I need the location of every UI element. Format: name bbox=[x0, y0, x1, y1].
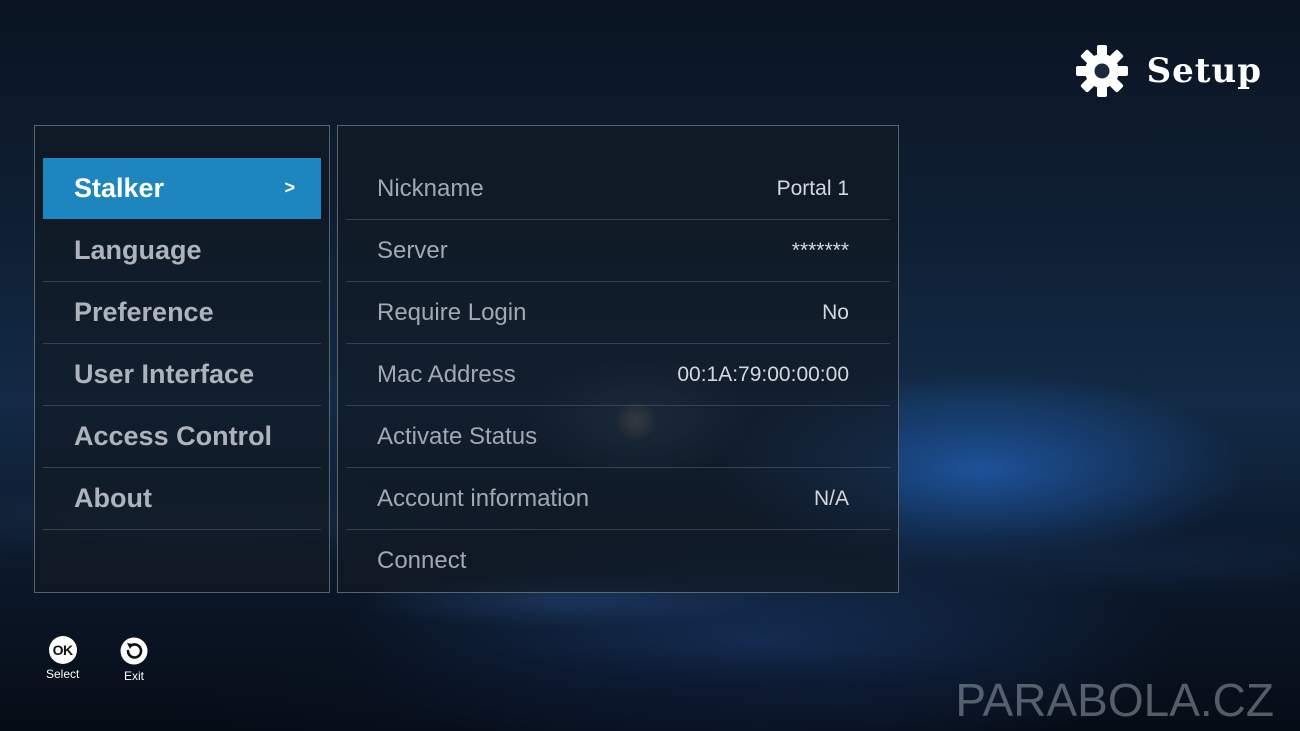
menu-item-language[interactable]: Language bbox=[43, 220, 321, 282]
select-hint: OK Select bbox=[46, 636, 79, 681]
gear-icon bbox=[1075, 44, 1129, 98]
menu-item-user-interface[interactable]: User Interface bbox=[43, 344, 321, 406]
menu-item-preference[interactable]: Preference bbox=[43, 282, 321, 344]
menu-item-about[interactable]: About bbox=[43, 468, 321, 530]
menu-item-stalker[interactable]: Stalker > bbox=[43, 158, 321, 219]
setting-label: Server bbox=[377, 236, 448, 264]
setting-value: Portal 1 bbox=[776, 176, 849, 200]
page-header: Setup bbox=[1075, 44, 1262, 98]
setting-row-mac-address[interactable]: Mac Address 00:1A:79:00:00:00 bbox=[346, 344, 890, 406]
setting-row-activate-status[interactable]: Activate Status bbox=[346, 406, 890, 468]
setting-value: ******* bbox=[791, 238, 849, 262]
menu-item-label: Preference bbox=[74, 297, 214, 327]
setting-label: Mac Address bbox=[377, 360, 516, 388]
setting-row-nickname[interactable]: Nickname Portal 1 bbox=[346, 158, 890, 220]
menu-item-label: About bbox=[74, 483, 152, 513]
setting-label: Require Login bbox=[377, 298, 527, 326]
setting-row-require-login[interactable]: Require Login No bbox=[346, 282, 890, 344]
menu-item-label: Stalker bbox=[74, 172, 165, 203]
setting-label: Account information bbox=[377, 484, 590, 512]
category-menu: Stalker > Language Preference User Inter… bbox=[43, 158, 321, 530]
setting-label: Nickname bbox=[377, 174, 484, 202]
settings-list: Nickname Portal 1 Server ******* Require… bbox=[346, 158, 890, 592]
exit-hint: Exit bbox=[119, 636, 149, 683]
setting-value: 00:1A:79:00:00:00 bbox=[677, 362, 849, 386]
stalker-settings-panel: Nickname Portal 1 Server ******* Require… bbox=[337, 125, 899, 593]
ok-button-icon: OK bbox=[48, 636, 77, 664]
setting-value: N/A bbox=[813, 486, 849, 510]
setting-value: No bbox=[822, 300, 849, 324]
exit-icon bbox=[119, 636, 149, 669]
chevron-right-icon: > bbox=[284, 177, 295, 198]
page-title: Setup bbox=[1146, 51, 1262, 91]
setting-row-server[interactable]: Server ******* bbox=[346, 220, 890, 282]
select-hint-label: Select bbox=[46, 667, 80, 681]
menu-item-label: User Interface bbox=[74, 359, 255, 389]
menu-item-label: Access Control bbox=[74, 421, 273, 451]
setting-row-account-information[interactable]: Account information N/A bbox=[346, 468, 890, 530]
settings-category-panel: Stalker > Language Preference User Inter… bbox=[34, 125, 330, 593]
setting-label: Connect bbox=[377, 547, 467, 574]
watermark: PARABOLA.CZ bbox=[955, 674, 1274, 726]
setting-label: Activate Status bbox=[377, 422, 538, 450]
menu-item-access-control[interactable]: Access Control bbox=[43, 406, 321, 468]
exit-hint-label: Exit bbox=[123, 669, 144, 683]
setting-row-connect[interactable]: Connect bbox=[346, 530, 890, 592]
menu-item-label: Language bbox=[74, 235, 202, 265]
